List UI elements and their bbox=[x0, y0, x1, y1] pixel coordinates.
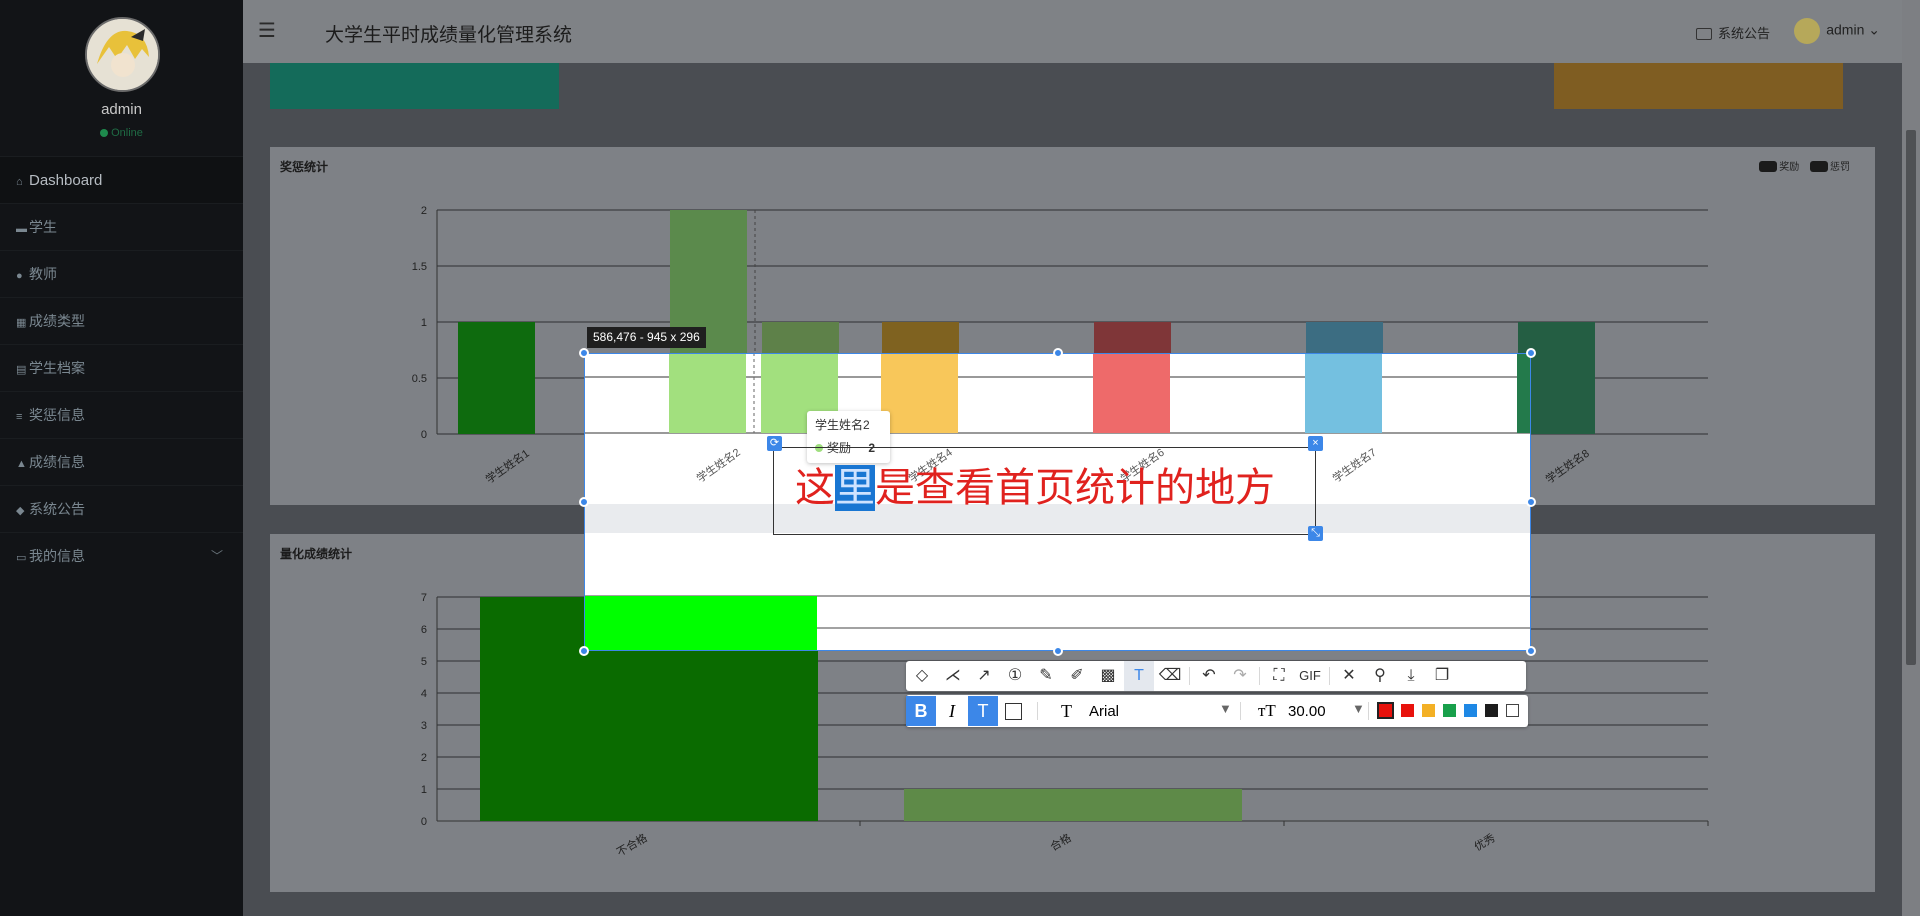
x-tick-label: 合格 bbox=[1047, 830, 1073, 853]
toolbar-divider bbox=[1259, 667, 1260, 685]
text-background-toggle[interactable] bbox=[1005, 703, 1022, 720]
chart-bar[interactable] bbox=[881, 353, 958, 433]
number-tool-icon[interactable]: ① bbox=[1000, 661, 1030, 691]
italic-toggle[interactable]: I bbox=[937, 696, 967, 726]
y-tick-label: 6 bbox=[421, 624, 427, 636]
bold-toggle[interactable]: B bbox=[906, 696, 936, 726]
x-tick-label: 学生姓名8 bbox=[1543, 446, 1592, 486]
toolbar-divider bbox=[1329, 667, 1330, 685]
pen-tool-icon[interactable]: ✎ bbox=[1031, 661, 1061, 691]
outline-text-toggle[interactable]: T bbox=[968, 696, 998, 726]
y-tick-label: 1 bbox=[421, 784, 427, 796]
arrow-tool-icon[interactable]: ↗ bbox=[969, 661, 999, 691]
resize-handle-nw[interactable] bbox=[579, 348, 589, 358]
y-tick-label: 4 bbox=[421, 688, 427, 700]
font-size-icon: ᴛT bbox=[1258, 701, 1276, 720]
chart-bar[interactable] bbox=[1305, 353, 1382, 433]
pin-icon[interactable]: ⚲ bbox=[1365, 661, 1395, 691]
chart-bar[interactable] bbox=[458, 322, 535, 434]
app-root: admin Online ⌂ Dashboard ▬ 学生 ● 教师 ▦ 成绩类型 ▤ 学… bbox=[0, 0, 1920, 916]
tooltip-title: 学生姓名2 bbox=[815, 418, 870, 432]
resize-handle-s[interactable] bbox=[1053, 646, 1063, 656]
scrollbar-thumb[interactable] bbox=[1906, 130, 1916, 665]
shape-tool-icon[interactable]: ◇ bbox=[907, 661, 937, 691]
color-swatch[interactable] bbox=[1506, 704, 1519, 717]
color-swatch[interactable] bbox=[1464, 704, 1477, 717]
font-icon: T bbox=[1061, 701, 1072, 721]
chart-bar[interactable] bbox=[1093, 353, 1170, 433]
resize-handle-se[interactable] bbox=[1526, 646, 1536, 656]
annotation-text-selected: 里 bbox=[835, 465, 875, 511]
cancel-capture-icon[interactable]: ✕ bbox=[1334, 661, 1364, 691]
y-tick-label: 1 bbox=[421, 317, 427, 329]
text-format-toolbar: B I T T Arial ▼ ᴛT 30.00 ▼ bbox=[906, 695, 1528, 727]
highlighter-tool-icon[interactable]: ✐ bbox=[1062, 661, 1092, 691]
undo-icon[interactable]: ↶ bbox=[1194, 661, 1224, 691]
chart-bar[interactable] bbox=[669, 353, 746, 433]
toolbar-divider bbox=[1240, 702, 1241, 720]
gif-record-button[interactable]: GIF bbox=[1295, 661, 1325, 691]
y-tick-label: 1.5 bbox=[412, 261, 427, 273]
selection-size-label: 586,476 - 945 x 296 bbox=[587, 327, 706, 348]
annotation-text-after: 是查看首页统计的地方 bbox=[875, 465, 1275, 511]
x-tick-label: 学生姓名1 bbox=[483, 446, 532, 486]
annotation-text-before: 这 bbox=[795, 465, 835, 511]
toolbar-divider bbox=[1368, 702, 1369, 720]
mosaic-tool-icon[interactable]: ▩ bbox=[1093, 661, 1123, 691]
toolbar-divider bbox=[1037, 702, 1038, 720]
chart-bar[interactable] bbox=[904, 789, 1242, 821]
y-tick-label: 7 bbox=[421, 592, 427, 604]
polyline-tool-icon[interactable]: ⋌ bbox=[938, 661, 968, 691]
copy-icon[interactable]: ❐ bbox=[1427, 661, 1457, 691]
resize-annotation-icon[interactable]: ⤡ bbox=[1308, 526, 1323, 541]
dropdown-arrow-icon: ▼ bbox=[1352, 701, 1365, 716]
chart-bar[interactable] bbox=[584, 596, 817, 651]
redo-icon[interactable]: ↷ bbox=[1225, 661, 1255, 691]
y-tick-label: 0 bbox=[421, 429, 427, 441]
resize-handle-w[interactable] bbox=[579, 497, 589, 507]
y-tick-label: 5 bbox=[421, 656, 427, 668]
y-tick-label: 2 bbox=[421, 752, 427, 764]
font-family-select[interactable]: T Arial ▼ bbox=[1051, 695, 1238, 727]
rotate-handle-icon[interactable]: ⟳ bbox=[767, 436, 782, 451]
capture-toolbar: ◇ ⋌ ↗ ① ✎ ✐ ▩ T ⌫ ↶ ↷ ⛶ GIF ✕ ⚲ ⤓ ❐ bbox=[906, 661, 1526, 691]
font-size-value: 30.00 bbox=[1288, 703, 1326, 720]
resize-handle-sw[interactable] bbox=[579, 646, 589, 656]
color-swatch[interactable] bbox=[1422, 704, 1435, 717]
text-annotation-content[interactable]: 这里是查看首页统计的地方 bbox=[795, 455, 1275, 513]
y-tick-label: 0 bbox=[421, 816, 427, 828]
resize-handle-ne[interactable] bbox=[1526, 348, 1536, 358]
close-annotation-icon[interactable]: × bbox=[1308, 436, 1323, 451]
x-tick-label: 优秀 bbox=[1472, 831, 1498, 853]
color-swatch[interactable] bbox=[1377, 702, 1394, 719]
chart-bar[interactable] bbox=[1517, 353, 1531, 433]
text-tool-icon[interactable]: T bbox=[1124, 661, 1154, 691]
save-download-icon[interactable]: ⤓ bbox=[1396, 661, 1426, 691]
toolbar-divider bbox=[1189, 667, 1190, 685]
x-tick-label: 不合格 bbox=[614, 830, 650, 859]
dropdown-arrow-icon: ▼ bbox=[1219, 701, 1232, 716]
color-swatch[interactable] bbox=[1443, 704, 1456, 717]
resize-handle-n[interactable] bbox=[1053, 348, 1063, 358]
scroll-capture-icon[interactable]: ⛶ bbox=[1264, 661, 1294, 691]
eraser-tool-icon[interactable]: ⌫ bbox=[1155, 661, 1185, 691]
font-size-select[interactable]: ᴛT 30.00 ▼ bbox=[1250, 695, 1370, 727]
color-swatch[interactable] bbox=[1485, 704, 1498, 717]
y-tick-label: 0.5 bbox=[412, 373, 427, 385]
font-family-value: Arial bbox=[1089, 703, 1120, 720]
y-tick-label: 3 bbox=[421, 720, 427, 732]
color-swatch[interactable] bbox=[1401, 704, 1414, 717]
y-tick-label: 2 bbox=[421, 205, 427, 217]
resize-handle-e[interactable] bbox=[1526, 497, 1536, 507]
